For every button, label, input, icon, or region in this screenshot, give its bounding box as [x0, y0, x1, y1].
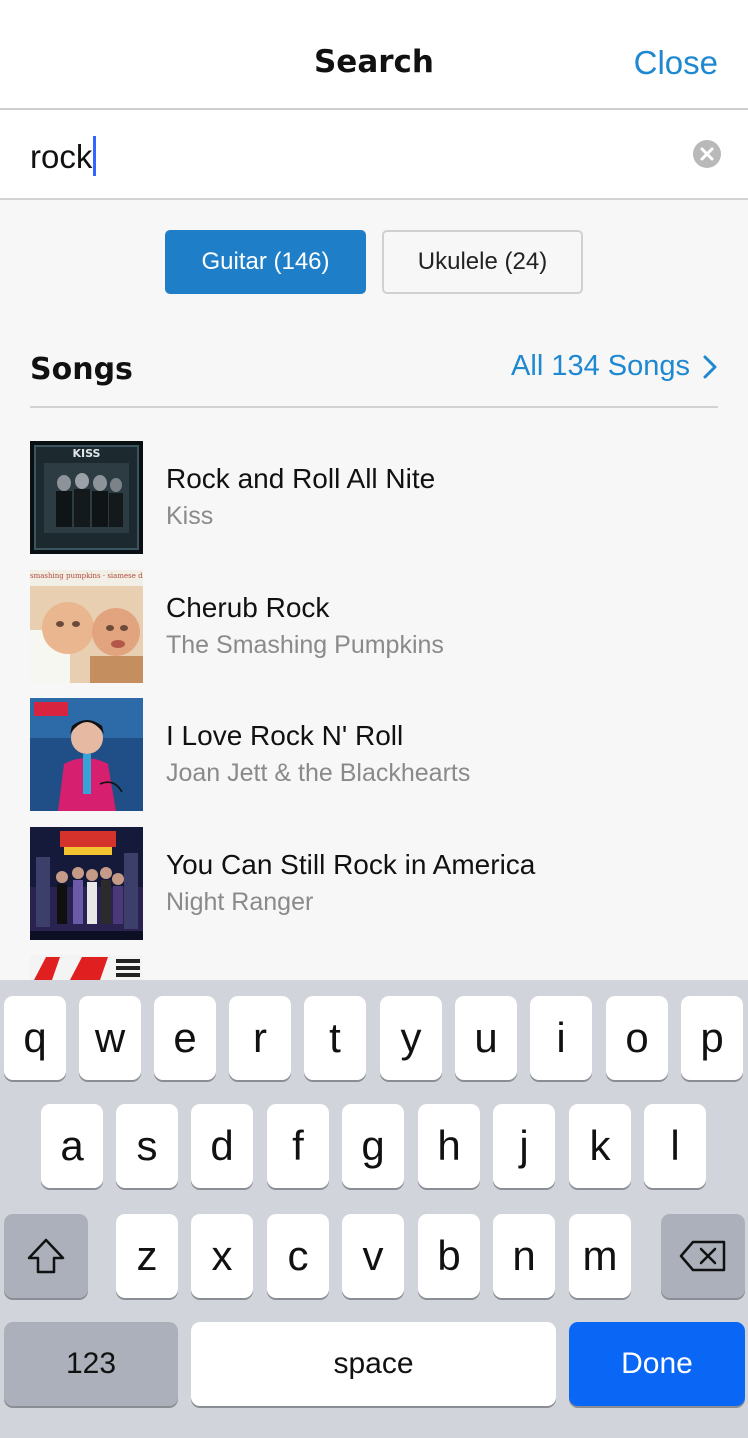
space-key[interactable]: space	[191, 1322, 556, 1406]
key-k[interactable]: k	[569, 1104, 631, 1188]
album-art-text: KISS	[72, 447, 101, 460]
song-artist: Kiss	[166, 502, 214, 530]
nav-header: Search Close	[0, 0, 748, 110]
song-title: I Love Rock N' Roll	[166, 720, 404, 751]
clear-icon[interactable]	[693, 140, 721, 168]
song-row[interactable]: KISS Rock and Roll All Nite Kiss	[30, 441, 718, 555]
key-h[interactable]: h	[418, 1104, 480, 1188]
key-i[interactable]: i	[530, 996, 592, 1080]
key-a[interactable]: a	[41, 1104, 103, 1188]
all-songs-label: All 134 Songs	[511, 350, 690, 382]
key-l[interactable]: l	[644, 1104, 706, 1188]
song-title: Cherub Rock	[166, 592, 330, 623]
key-p[interactable]: p	[681, 996, 743, 1080]
key-q[interactable]: q	[4, 996, 66, 1080]
key-x[interactable]: x	[191, 1214, 253, 1298]
key-f[interactable]: f	[267, 1104, 329, 1188]
backspace-key[interactable]	[661, 1214, 745, 1298]
album-art-text: smashing pumpkins · siamese dream	[30, 572, 143, 580]
song-artist: Night Ranger	[166, 888, 314, 916]
key-c[interactable]: c	[267, 1214, 329, 1298]
search-bar[interactable]: rock	[0, 110, 748, 200]
search-query: rock	[30, 138, 93, 175]
key-t[interactable]: t	[304, 996, 366, 1080]
close-button[interactable]: Close	[634, 44, 718, 82]
key-o[interactable]: o	[606, 996, 668, 1080]
key-s[interactable]: s	[116, 1104, 178, 1188]
keyboard: q w e r t y u i o p a s d f g h j k l z …	[0, 980, 748, 1438]
backspace-icon	[679, 1240, 726, 1272]
song-title: Rock and Roll All Nite	[166, 463, 436, 494]
shift-key[interactable]	[4, 1214, 88, 1298]
numbers-key[interactable]: 123	[4, 1322, 178, 1406]
key-z[interactable]: z	[116, 1214, 178, 1298]
song-artist: Joan Jett & the Blackhearts	[166, 759, 471, 787]
song-row[interactable]: smashing pumpkins · siamese dream Cherub…	[30, 570, 718, 684]
done-key[interactable]: Done	[569, 1322, 745, 1406]
album-art: KISS	[30, 441, 143, 554]
key-j[interactable]: j	[493, 1104, 555, 1188]
guitar-filter-button[interactable]: Guitar (146)	[165, 230, 366, 294]
songs-heading: Songs	[30, 352, 133, 387]
key-d[interactable]: d	[191, 1104, 253, 1188]
song-row[interactable]: I Love Rock N' Roll Joan Jett & the Blac…	[30, 698, 718, 812]
key-u[interactable]: u	[455, 996, 517, 1080]
song-artist: The Smashing Pumpkins	[166, 631, 444, 659]
album-art	[30, 827, 143, 940]
ukulele-filter-button[interactable]: Ukulele (24)	[382, 230, 583, 294]
all-songs-link[interactable]: All 134 Songs	[511, 350, 718, 383]
key-w[interactable]: w	[79, 996, 141, 1080]
chevron-right-icon	[703, 355, 717, 378]
key-b[interactable]: b	[418, 1214, 480, 1298]
search-input[interactable]: rock	[30, 136, 97, 176]
key-m[interactable]: m	[569, 1214, 631, 1298]
key-v[interactable]: v	[342, 1214, 404, 1298]
album-art: smashing pumpkins · siamese dream	[30, 570, 143, 683]
album-art-partial	[30, 955, 143, 980]
album-art	[30, 698, 143, 811]
key-g[interactable]: g	[342, 1104, 404, 1188]
shift-arrow-icon	[27, 1238, 65, 1274]
section-divider	[30, 406, 718, 408]
song-title: You Can Still Rock in America	[166, 849, 536, 880]
key-e[interactable]: e	[154, 996, 216, 1080]
text-caret	[93, 136, 97, 176]
key-n[interactable]: n	[493, 1214, 555, 1298]
song-row[interactable]: You Can Still Rock in America Night Rang…	[30, 827, 718, 941]
key-y[interactable]: y	[380, 996, 442, 1080]
key-r[interactable]: r	[229, 996, 291, 1080]
